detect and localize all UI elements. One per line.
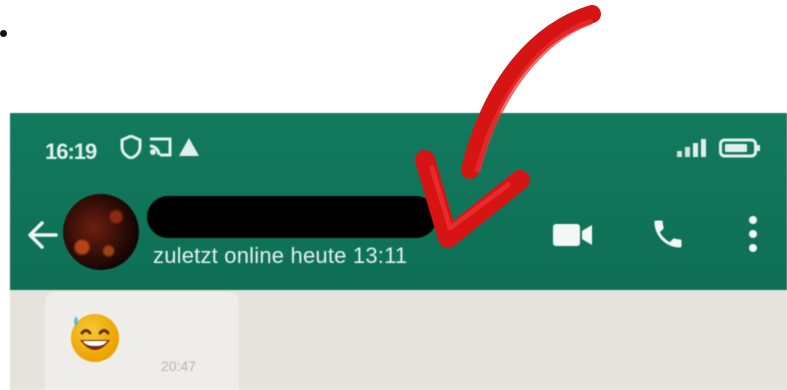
contact-avatar[interactable] [63,194,139,270]
shield-icon [120,134,142,164]
phone-icon [650,220,686,256]
contact-name-redacted[interactable] [147,196,437,238]
back-arrow-icon [26,221,60,256]
phone-screenshot: 16:19 zuletzt online heute 13:11 20:47 [10,113,787,390]
grinning-sweat-emoji-icon [67,308,123,364]
voice-call-button[interactable] [650,216,686,252]
signal-icon [675,137,711,164]
status-icons-left [120,134,200,164]
back-button[interactable] [26,218,60,252]
more-options-button[interactable] [746,214,760,254]
battery-icon [719,137,761,164]
message-time: 20:47 [161,358,197,374]
cast-icon [148,136,172,163]
status-icons-right [675,137,761,164]
chat-header: 16:19 zuletzt online heute 13:11 [10,113,787,290]
video-call-button[interactable] [552,220,594,250]
more-vert-icon [746,216,760,258]
warning-icon [178,137,200,162]
chat-bar: zuletzt online heute 13:11 [10,188,787,290]
chat-area: 20:47 [10,290,787,390]
message-bubble[interactable]: 20:47 [45,292,239,390]
status-time: 16:19 [45,139,97,164]
video-call-icon [552,224,594,254]
status-bar: 16:19 [10,113,787,188]
last-seen-status: zuletzt online heute 13:11 [153,243,408,268]
bullet-dot [0,30,7,37]
